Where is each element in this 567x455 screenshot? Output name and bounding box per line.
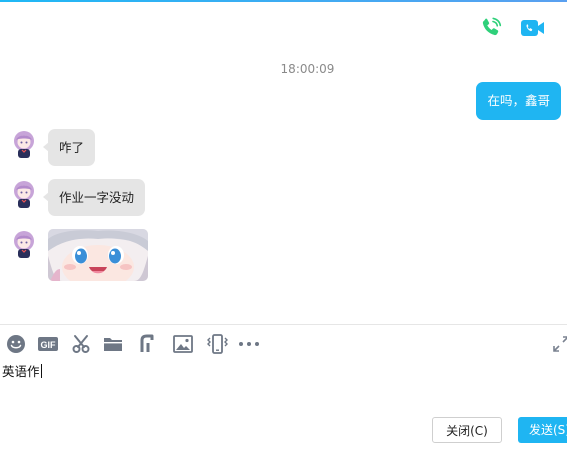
sticker-image[interactable] (48, 229, 148, 281)
send-file-button[interactable] (100, 331, 126, 357)
top-accent-bar (0, 0, 567, 2)
incoming-message: 咋了 (10, 129, 96, 166)
expand-button[interactable] (548, 331, 567, 357)
send-button[interactable]: 发送(S) (518, 417, 567, 443)
message-input-text: 英语作 (2, 364, 40, 379)
message-list[interactable]: 18:00:09 在吗，鑫哥 咋了 作业一字没动 (0, 44, 567, 324)
incoming-bubble[interactable]: 作业一字没动 (42, 179, 146, 216)
shake-icon (207, 334, 228, 354)
chat-window: 18:00:09 在吗，鑫哥 咋了 作业一字没动 GIF 英语作 关闭(C) 发… (0, 0, 567, 455)
expand-icon (553, 336, 567, 352)
outgoing-bubble[interactable]: 在吗，鑫哥 (476, 82, 561, 120)
incoming-message (10, 229, 148, 281)
video-call-button[interactable] (519, 14, 547, 42)
gif-icon: GIF (38, 337, 58, 351)
input-divider (0, 324, 567, 325)
gif-button[interactable]: GIF (35, 331, 61, 357)
svg-text:GIF: GIF (41, 340, 57, 350)
shake-button[interactable] (204, 331, 230, 357)
avatar[interactable] (10, 129, 38, 159)
music-icon (140, 334, 154, 352)
more-icon (239, 342, 259, 346)
message-timestamp: 18:00:09 (280, 62, 335, 76)
avatar[interactable] (10, 179, 38, 209)
avatar[interactable] (10, 229, 38, 259)
folder-icon (104, 338, 122, 351)
video-call-icon (521, 20, 544, 36)
more-button[interactable] (236, 331, 262, 357)
close-button[interactable]: 关闭(C) (432, 417, 502, 443)
scissors-icon (72, 335, 90, 353)
incoming-bubble[interactable]: 咋了 (42, 129, 96, 166)
input-toolbar: GIF (0, 331, 567, 357)
emoji-button[interactable] (3, 331, 29, 357)
voice-call-button[interactable] (477, 14, 505, 42)
message-input[interactable]: 英语作 (2, 362, 562, 402)
outgoing-message: 在吗，鑫哥 (476, 82, 561, 120)
screenshot-button[interactable] (68, 331, 94, 357)
send-image-button[interactable] (170, 331, 196, 357)
incoming-message: 作业一字没动 (10, 179, 146, 216)
image-icon (173, 335, 193, 353)
header-actions (477, 14, 567, 44)
emoji-icon (7, 335, 25, 353)
text-caret (40, 364, 42, 378)
music-button[interactable] (134, 331, 160, 357)
phone-icon (482, 17, 502, 36)
